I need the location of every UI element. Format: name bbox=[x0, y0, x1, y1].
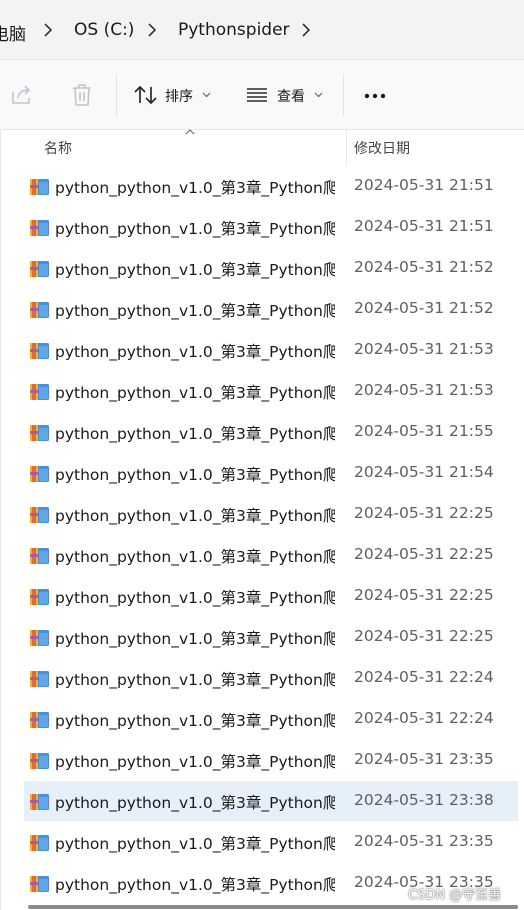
chevron-down-icon bbox=[314, 92, 323, 98]
file-date-modified: 2024-05-31 21:52 bbox=[354, 299, 494, 317]
archive-icon bbox=[30, 220, 49, 236]
archive-icon bbox=[30, 630, 49, 646]
chevron-down-icon bbox=[202, 92, 211, 98]
file-date-modified: 2024-05-31 21:51 bbox=[354, 176, 494, 194]
column-divider[interactable] bbox=[346, 130, 347, 166]
file-row[interactable]: python_python_v1.0_第3章_Python爬... 2024-05… bbox=[24, 248, 518, 288]
file-name: python_python_v1.0_第3章_Python爬... bbox=[55, 548, 335, 566]
file-name: python_python_v1.0_第3章_Python爬... bbox=[55, 179, 335, 197]
share-icon[interactable] bbox=[10, 84, 34, 106]
file-row[interactable]: python_python_v1.0_第3章_Python爬... 2024-05… bbox=[24, 822, 518, 862]
archive-icon bbox=[30, 384, 49, 400]
file-name: python_python_v1.0_第3章_Python爬... bbox=[55, 671, 335, 689]
file-date-modified: 2024-05-31 23:35 bbox=[354, 832, 494, 850]
file-date-modified: 2024-05-31 22:25 bbox=[354, 586, 494, 604]
archive-icon bbox=[30, 548, 49, 564]
file-row[interactable]: python_python_v1.0_第3章_Python爬... 2024-05… bbox=[24, 207, 518, 247]
command-toolbar: 排序 查看 bbox=[0, 60, 524, 130]
file-row[interactable]: python_python_v1.0_第3章_Python爬... 2024-05… bbox=[24, 740, 518, 780]
file-name: python_python_v1.0_第3章_Python爬... bbox=[55, 302, 335, 320]
archive-icon bbox=[30, 343, 49, 359]
column-header-name[interactable]: 名称 bbox=[44, 138, 72, 158]
breadcrumb-item-folder[interactable]: Pythonspider bbox=[178, 20, 290, 40]
file-date-modified: 2024-05-31 21:52 bbox=[354, 258, 494, 276]
archive-icon bbox=[30, 302, 49, 318]
horizontal-scrollbar[interactable] bbox=[28, 905, 518, 909]
file-name: python_python_v1.0_第3章_Python爬... bbox=[55, 384, 335, 402]
chevron-right-icon bbox=[44, 23, 52, 37]
file-name: python_python_v1.0_第3章_Python爬... bbox=[55, 753, 335, 771]
archive-icon bbox=[30, 794, 49, 810]
archive-icon bbox=[30, 876, 49, 892]
view-lines-icon[interactable] bbox=[246, 87, 268, 103]
chevron-right-icon[interactable] bbox=[302, 23, 310, 37]
file-date-modified: 2024-05-31 22:25 bbox=[354, 627, 494, 645]
archive-icon bbox=[30, 261, 49, 277]
file-row[interactable]: python_python_v1.0_第3章_Python爬... 2024-05… bbox=[24, 166, 518, 206]
sort-icon[interactable] bbox=[134, 85, 158, 105]
archive-icon bbox=[30, 712, 49, 728]
file-row[interactable]: python_python_v1.0_第3章_Python爬... 2024-05… bbox=[24, 699, 518, 739]
file-name: python_python_v1.0_第3章_Python爬... bbox=[55, 507, 335, 525]
file-date-modified: 2024-05-31 22:25 bbox=[354, 545, 494, 563]
file-date-modified: 2024-05-31 21:55 bbox=[354, 422, 494, 440]
file-name: python_python_v1.0_第3章_Python爬... bbox=[55, 630, 335, 648]
trash-icon[interactable] bbox=[71, 83, 93, 107]
archive-icon bbox=[30, 589, 49, 605]
file-date-modified: 2024-05-31 21:53 bbox=[354, 381, 494, 399]
breadcrumb-item-this-pc[interactable]: 电脑 bbox=[0, 20, 26, 45]
file-date-modified: 2024-05-31 21:51 bbox=[354, 217, 494, 235]
file-name: python_python_v1.0_第3章_Python爬... bbox=[55, 466, 335, 484]
file-name: python_python_v1.0_第3章_Python爬... bbox=[55, 794, 335, 812]
archive-icon bbox=[30, 753, 49, 769]
file-row[interactable]: python_python_v1.0_第3章_Python爬... 2024-05… bbox=[24, 576, 518, 616]
file-row[interactable]: python_python_v1.0_第3章_Python爬... 2024-05… bbox=[24, 371, 518, 411]
file-name: python_python_v1.0_第3章_Python爬... bbox=[55, 261, 335, 279]
view-button-label[interactable]: 查看 bbox=[277, 86, 305, 106]
more-options-icon[interactable] bbox=[364, 93, 386, 99]
archive-icon bbox=[30, 425, 49, 441]
file-row[interactable]: python_python_v1.0_第3章_Python爬... 2024-05… bbox=[24, 617, 518, 657]
file-row[interactable]: python_python_v1.0_第3章_Python爬... 2024-05… bbox=[24, 412, 518, 452]
archive-icon bbox=[30, 466, 49, 482]
file-row[interactable]: python_python_v1.0_第3章_Python爬... 2024-05… bbox=[24, 535, 518, 575]
file-date-modified: 2024-05-31 22:24 bbox=[354, 668, 494, 686]
file-row[interactable]: python_python_v1.0_第3章_Python爬... 2024-05… bbox=[24, 658, 518, 698]
file-name: python_python_v1.0_第3章_Python爬... bbox=[55, 876, 335, 894]
file-name: python_python_v1.0_第3章_Python爬... bbox=[55, 425, 335, 443]
chevron-right-icon bbox=[148, 23, 156, 37]
toolbar-separator bbox=[116, 74, 117, 116]
column-header-row: 名称 修改日期 bbox=[0, 129, 524, 166]
file-row[interactable]: python_python_v1.0_第3章_Python爬... 2024-05… bbox=[24, 781, 518, 821]
pane-border bbox=[0, 130, 1, 910]
file-name: python_python_v1.0_第3章_Python爬... bbox=[55, 712, 335, 730]
sort-ascending-caret-icon bbox=[185, 129, 195, 135]
file-date-modified: 2024-05-31 23:38 bbox=[354, 791, 494, 809]
archive-icon bbox=[30, 179, 49, 195]
toolbar-separator bbox=[343, 74, 344, 116]
archive-icon bbox=[30, 507, 49, 523]
watermark: CSDN @守至善 bbox=[408, 888, 502, 903]
file-row[interactable]: python_python_v1.0_第3章_Python爬... 2024-05… bbox=[24, 289, 518, 329]
file-name: python_python_v1.0_第3章_Python爬... bbox=[55, 220, 335, 238]
file-row[interactable]: python_python_v1.0_第3章_Python爬... 2024-05… bbox=[24, 494, 518, 534]
file-name: python_python_v1.0_第3章_Python爬... bbox=[55, 835, 335, 853]
file-row[interactable]: python_python_v1.0_第3章_Python爬... 2024-05… bbox=[24, 453, 518, 493]
archive-icon bbox=[30, 671, 49, 687]
column-header-date-modified[interactable]: 修改日期 bbox=[354, 138, 410, 158]
file-date-modified: 2024-05-31 21:54 bbox=[354, 463, 494, 481]
file-date-modified: 2024-05-31 22:25 bbox=[354, 504, 494, 522]
file-row[interactable]: python_python_v1.0_第3章_Python爬... 2024-05… bbox=[24, 330, 518, 370]
archive-icon bbox=[30, 835, 49, 851]
breadcrumb: 电脑 OS (C:) Pythonspider bbox=[0, 0, 524, 60]
sort-button-label[interactable]: 排序 bbox=[165, 86, 193, 106]
breadcrumb-item-drive[interactable]: OS (C:) bbox=[74, 20, 134, 40]
file-date-modified: 2024-05-31 23:35 bbox=[354, 750, 494, 768]
file-date-modified: 2024-05-31 22:24 bbox=[354, 709, 494, 727]
file-date-modified: 2024-05-31 21:53 bbox=[354, 340, 494, 358]
file-name: python_python_v1.0_第3章_Python爬... bbox=[55, 343, 335, 361]
file-name: python_python_v1.0_第3章_Python爬... bbox=[55, 589, 335, 607]
